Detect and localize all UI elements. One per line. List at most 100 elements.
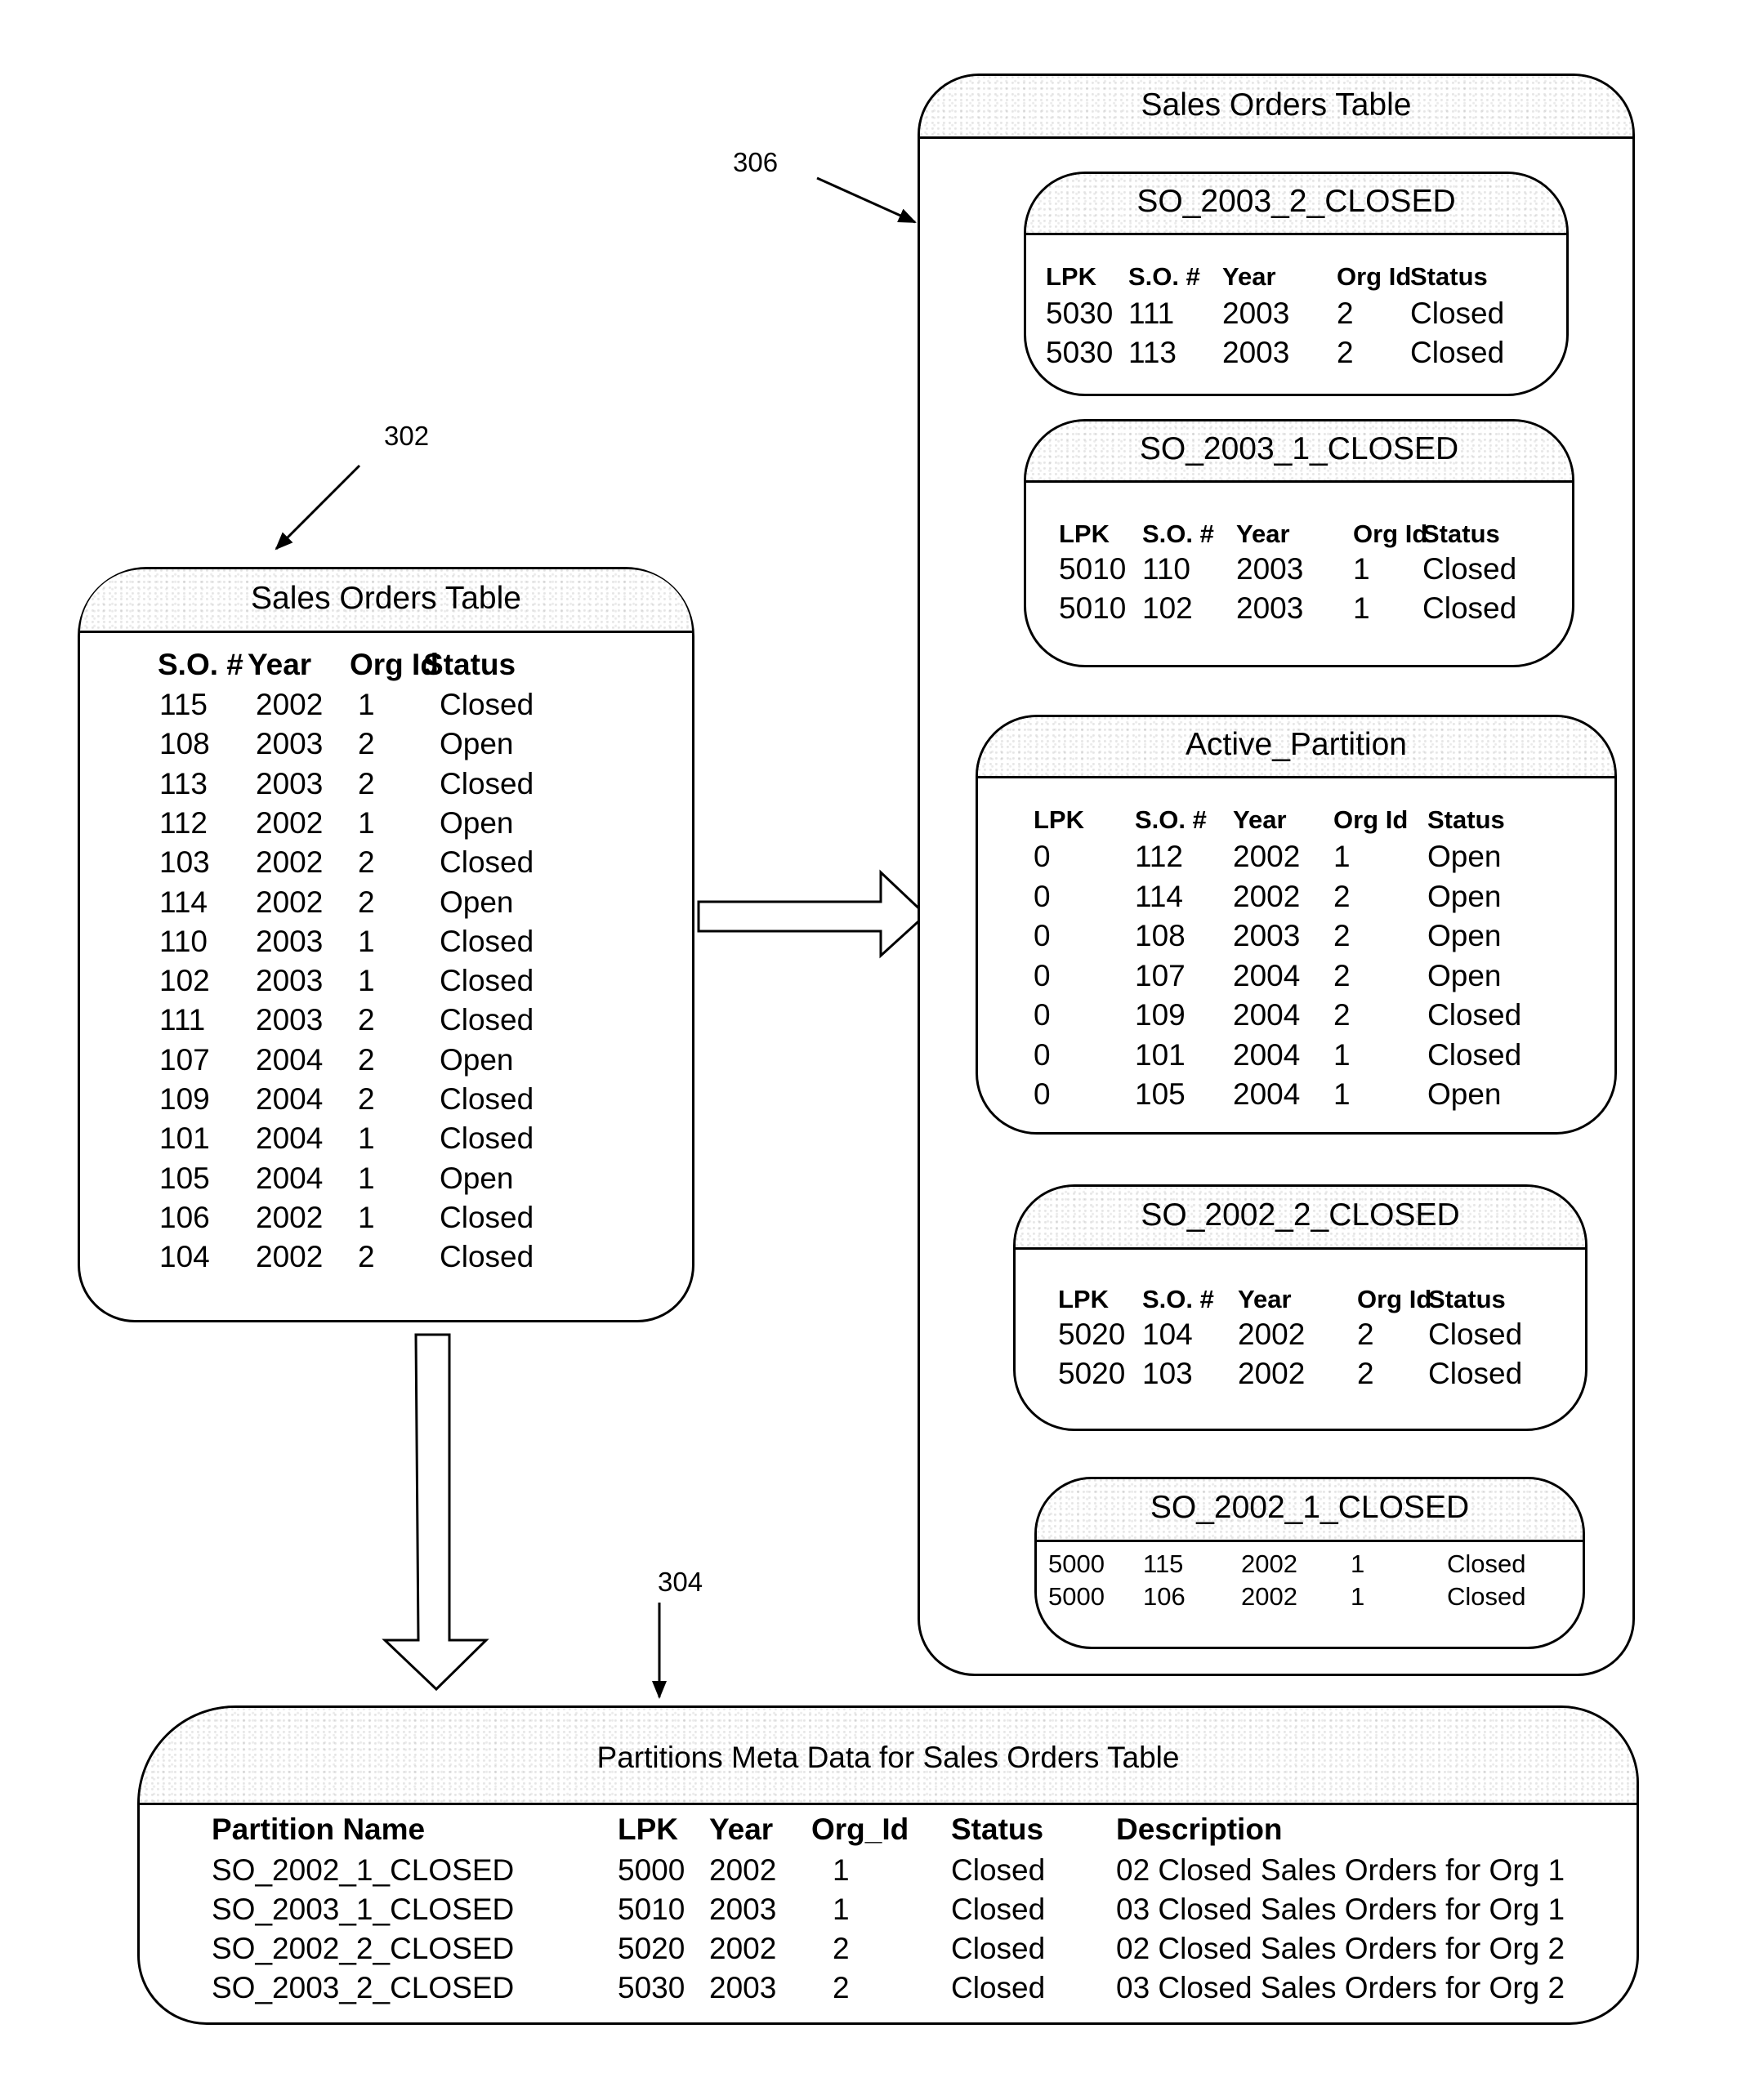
table-cell: 5000 [618,1853,685,1887]
table-cell: 2003 [256,1003,324,1037]
table-cell: 1 [358,924,375,958]
table-cell: 108 [159,727,210,761]
table-cell: Closed [440,1121,534,1156]
column-header: Status [1427,805,1505,834]
table-cell: 111 [159,1003,206,1037]
table-cell: 108 [1135,919,1186,952]
table-cell: 5010 [1059,591,1127,625]
table-cell: Closed [440,766,534,800]
table-cell: 2003 [256,924,324,958]
table-cell: 106 [1143,1582,1186,1611]
table-cell: Closed [1447,1582,1526,1611]
column-header: Status [1410,262,1488,291]
source-sales-orders-table: Sales Orders Table S.O. # Year Org Id Statu… [78,567,694,1322]
column-header: Year [1222,262,1276,291]
table-cell: 2 [358,845,375,880]
block-arrow-down [382,1333,489,1692]
column-header: Org Id [1357,1285,1432,1313]
leader-arrow-306 [816,176,917,224]
table-cell: 2002 [256,845,324,880]
table-cell: Closed [951,1853,1046,1887]
table-cell: 2 [1357,1318,1374,1351]
table-cell: 2003 [1236,591,1304,625]
table-cell: 5010 [1059,552,1127,586]
table-cell: 107 [1135,958,1186,992]
ref-label-302: 302 [384,421,430,451]
column-header: Org Id [1337,262,1412,291]
table-cell: 2003 [256,766,324,800]
table-cell: 0 [1034,998,1051,1032]
table-cell: 112 [1135,840,1183,873]
table-cell: Closed [1422,591,1517,625]
table-cell: 2004 [1233,1037,1301,1072]
table-cell: 2 [1357,1357,1374,1390]
column-header: S.O. # [1142,519,1214,548]
table-cell: 2 [833,1932,850,1965]
table-cell: 02 Closed Sales Orders for Org 1 [1116,1853,1565,1887]
table-cell: 2002 [1238,1357,1306,1390]
table-cell: Open [1427,958,1502,992]
column-header: S.O. # [1128,262,1200,291]
column-header: Status [423,648,516,681]
table-cell: SO_2002_1_CLOSED [212,1853,515,1887]
table-cell: 5020 [1058,1357,1126,1390]
table-cell: 2002 [256,688,324,721]
block-arrow-right [697,869,928,959]
table-cell: 1 [358,805,375,840]
table-cell: 5000 [1048,1549,1105,1578]
table-cell: 102 [159,964,210,998]
table-cell: Closed [440,845,534,880]
table-cell: 2002 [256,805,324,840]
table-cell: 106 [159,1200,210,1234]
column-header: S.O. # [1142,1285,1214,1313]
table-cell: 03 Closed Sales Orders for Org 1 [1116,1893,1565,1926]
column-header: S.O. # [158,648,243,681]
table-cell: 110 [159,924,208,958]
column-header: Status [951,1812,1044,1846]
table-cell: 2 [1333,919,1351,952]
table-cell: Open [1427,1077,1502,1111]
table-cell: 103 [159,845,210,880]
table-cell: 2004 [256,1161,324,1195]
table-cell: 2 [358,1003,375,1037]
table-cell: 1 [1353,591,1370,625]
table-cell: 101 [1135,1037,1186,1072]
table-cell: 104 [1142,1318,1193,1351]
column-header: Status [1422,519,1500,548]
table-header: Partitions Meta Data for Sales Orders Ta… [140,1708,1637,1805]
table-cell: Open [440,727,514,761]
table-cell: 2004 [256,1042,324,1077]
column-header: Year [709,1812,774,1846]
table-header: Sales Orders Table [920,76,1632,139]
table-cell: 2003 [709,1893,777,1926]
table-cell: Closed [1410,336,1505,369]
table-header: Sales Orders Table [80,569,692,633]
table-cell: 5030 [1046,336,1114,369]
column-header: Org Id [1333,805,1409,834]
table-cell: 2002 [256,1200,324,1234]
table-cell: 2003 [256,727,324,761]
table-cell: 03 Closed Sales Orders for Org 2 [1116,1971,1565,2004]
table-cell: 2004 [1233,998,1301,1032]
table-cell: 5010 [618,1893,685,1926]
table-cell: 1 [358,964,375,998]
table-cell: 105 [1135,1077,1186,1111]
table-cell: 2003 [1222,336,1290,369]
table-cell: 114 [1135,879,1183,913]
table-cell: 112 [159,805,208,840]
table-cell: 1 [1351,1549,1365,1578]
table-cell: Closed [1427,998,1522,1032]
table-cell: 109 [1135,998,1186,1032]
table-cell: Closed [1447,1549,1526,1578]
table-cell: SO_2003_2_CLOSED [212,1971,515,2004]
table-cell: 1 [1333,1037,1351,1072]
table-cell: Open [440,1042,514,1077]
table-cell: 2004 [1233,1077,1301,1111]
table-cell: 2003 [1222,296,1290,330]
table-cell: Closed [440,1003,534,1037]
table-cell: Open [1427,840,1502,873]
partition-title: Active_Partition [1186,727,1407,762]
table-cell: 107 [159,1042,210,1077]
table-cell: 2 [358,1240,375,1274]
table-cell: Closed [440,924,534,958]
